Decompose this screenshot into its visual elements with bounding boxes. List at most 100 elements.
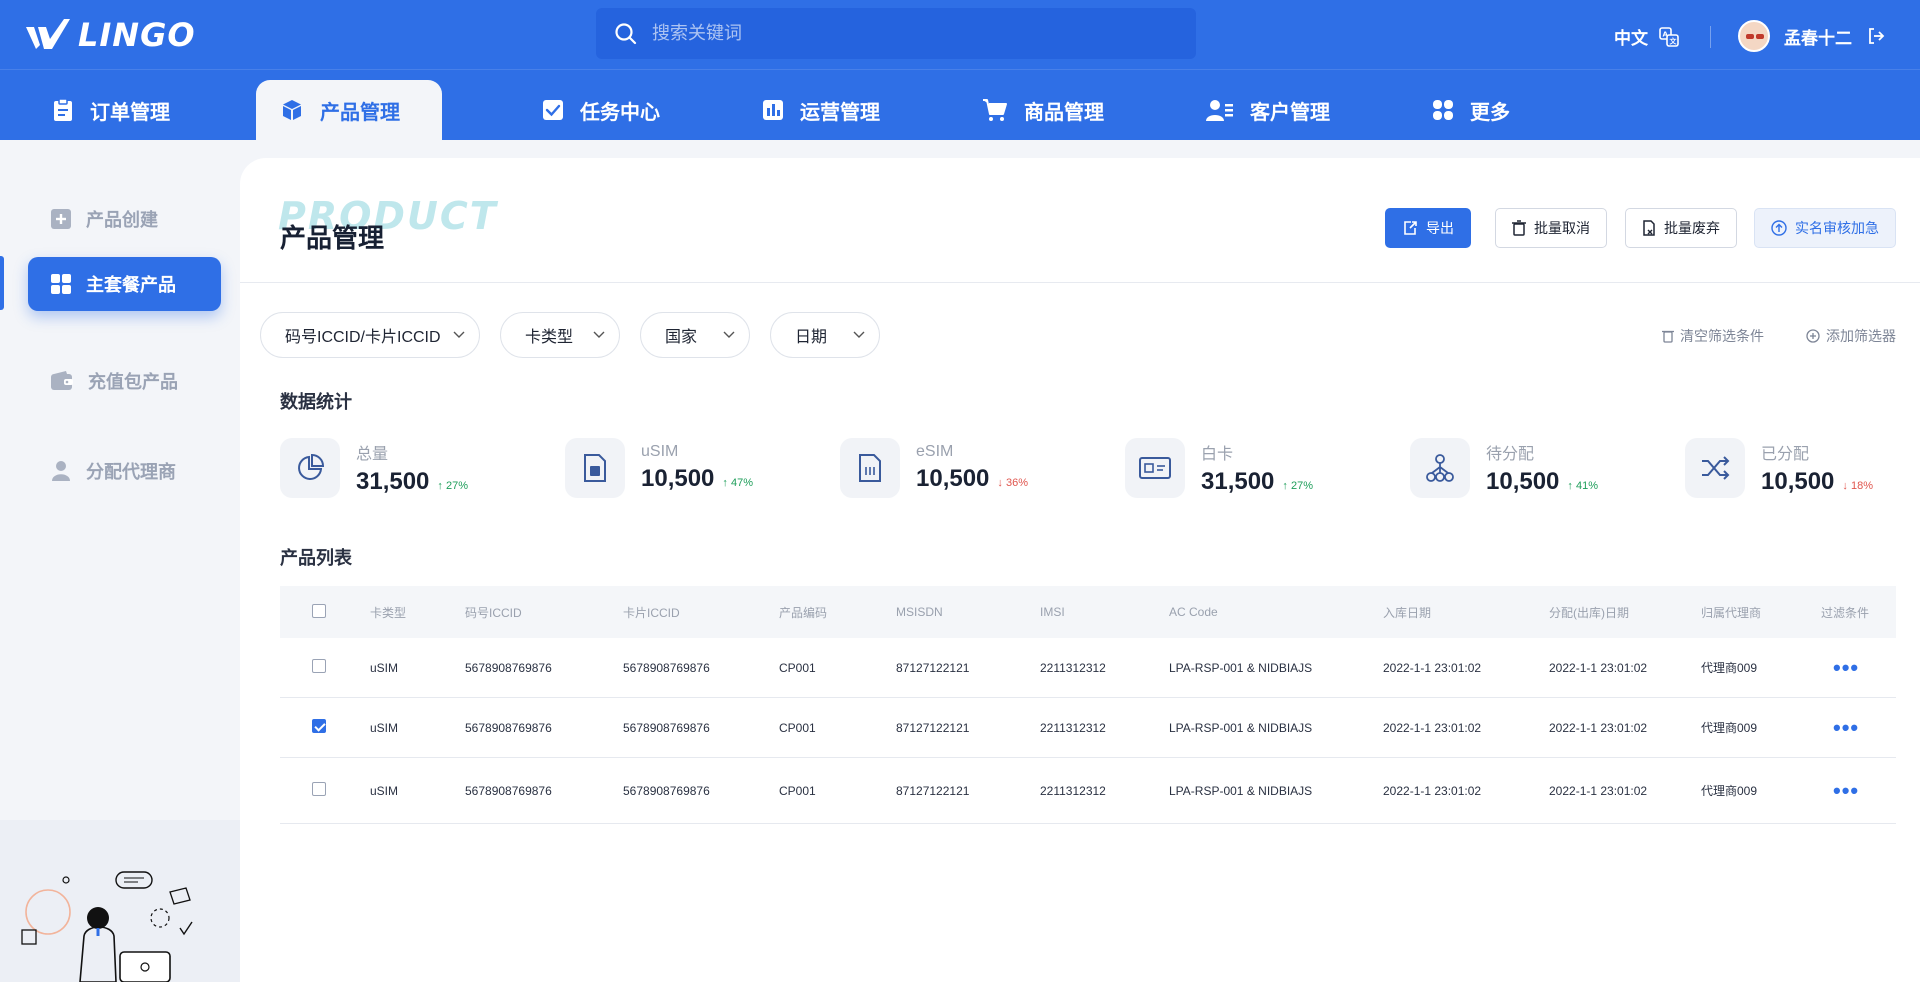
stat-delta: ↑ 41% (1567, 480, 1598, 492)
tab-customer-management[interactable]: 客户管理 (1182, 80, 1354, 140)
cell-card-iccid: 5678908769876 (623, 720, 710, 735)
column-header[interactable]: 过滤条件 (1821, 604, 1896, 621)
add-filter-button[interactable]: 添加筛选器 (1806, 326, 1896, 346)
sidebar-item-main-package[interactable]: 主套餐产品 (28, 257, 221, 311)
stats-title: 数据统计 (280, 392, 352, 412)
batch-cancel-button[interactable]: 批量取消 (1495, 208, 1607, 248)
sidebar-item-label: 分配代理商 (86, 462, 176, 482)
table-row[interactable]: uSIM 5678908769876 5678908769876 CP001 8… (280, 638, 1896, 698)
users-icon (1206, 100, 1233, 121)
column-header[interactable]: 分配(出库)日期 (1549, 604, 1701, 621)
cell-product-code: CP001 (779, 720, 816, 735)
clear-filters-button[interactable]: 清空筛选条件 (1662, 326, 1764, 346)
stat-delta: ↓ 18% (1842, 480, 1873, 492)
logo[interactable]: LINGO (24, 16, 196, 54)
language-label: 中文 (1614, 29, 1648, 48)
select-all-checkbox[interactable] (312, 603, 326, 618)
stat-label: eSIM (916, 443, 954, 460)
cell-msisdn: 87127122121 (896, 720, 970, 735)
esim-icon (840, 438, 900, 498)
search-icon (615, 22, 637, 44)
cell-imsi: 2211312312 (1040, 783, 1106, 798)
tab-label: 产品管理 (320, 101, 400, 124)
filter-date[interactable]: 日期 (770, 312, 880, 358)
tab-goods-management[interactable]: 商品管理 (958, 80, 1128, 140)
tab-label: 客户管理 (1250, 101, 1330, 124)
cell-assign-date: 2022-1-1 23:01:02 (1549, 783, 1648, 798)
batch-discard-button[interactable]: 批量废弃 (1625, 208, 1737, 248)
column-header[interactable]: 归属代理商 (1701, 604, 1821, 621)
more-actions-button[interactable]: ••• (1821, 716, 1896, 739)
batch-discard-label: 批量废弃 (1664, 220, 1720, 236)
sidebar-item-recharge-package[interactable]: 充值包产品 (28, 354, 221, 408)
search-bar[interactable] (596, 8, 1196, 59)
chevron-down-icon (853, 331, 865, 338)
main-panel: PRODUCT 产品管理 导出 批量取消 批量废弃 实名审核加急 码号ICCID… (240, 158, 1920, 982)
export-button[interactable]: 导出 (1385, 208, 1471, 248)
upload-circle-icon (1771, 220, 1787, 236)
table-row[interactable]: uSIM 5678908769876 5678908769876 CP001 8… (280, 698, 1896, 758)
more-actions-button[interactable]: ••• (1821, 656, 1896, 679)
row-checkbox[interactable] (312, 719, 326, 733)
bar-chart-icon (763, 100, 783, 120)
pie-chart-icon (280, 438, 340, 498)
checkbox-icon (543, 100, 563, 120)
search-input[interactable] (652, 23, 1132, 44)
column-header[interactable]: MSISDN (896, 605, 1040, 619)
logout-icon[interactable] (1866, 26, 1886, 46)
tab-label: 更多 (1470, 101, 1510, 124)
cell-card-type: uSIM (370, 660, 399, 675)
cell-agent: 代理商009 (1701, 661, 1758, 675)
stat-value: 10,500 (1761, 468, 1835, 495)
more-actions-button[interactable]: ••• (1821, 779, 1896, 802)
filter-label: 卡类型 (525, 329, 574, 346)
table-row[interactable]: uSIM 5678908769876 5678908769876 CP001 8… (280, 758, 1896, 824)
realname-review-button[interactable]: 实名审核加急 (1754, 208, 1896, 248)
top-bar: LINGO 中文 A 文 孟春十二 (0, 0, 1920, 140)
stat-pending-assign: 待分配 10,500 ↑ 41% (1410, 436, 1598, 500)
filter-iccid[interactable]: 码号ICCID/卡片ICCID (260, 312, 480, 358)
table-header: 卡类型 码号ICCID 卡片ICCID 产品编码 MSISDN IMSI AC … (280, 586, 1896, 638)
row-checkbox[interactable] (312, 782, 326, 796)
user-menu[interactable]: 孟春十二 (1738, 20, 1886, 52)
logo-mark-icon (26, 19, 70, 49)
sidebar-item-assign-agent[interactable]: 分配代理商 (28, 444, 221, 498)
tab-order-management[interactable]: 订单管理 (28, 80, 194, 140)
grid-icon (51, 274, 71, 294)
column-header[interactable]: IMSI (1040, 605, 1169, 619)
row-checkbox[interactable] (312, 659, 326, 673)
filter-card-type[interactable]: 卡类型 (500, 312, 620, 358)
illustration (21, 871, 193, 982)
language-switch[interactable]: 中文 A 文 (1614, 24, 1680, 49)
clipboard-icon (54, 98, 72, 121)
tab-task-center[interactable]: 任务中心 (518, 80, 684, 140)
avatar[interactable] (1738, 20, 1770, 52)
tab-operations-management[interactable]: 运营管理 (738, 80, 904, 140)
cell-card-iccid: 5678908769876 (623, 660, 710, 675)
batch-cancel-label: 批量取消 (1534, 220, 1590, 236)
export-label: 导出 (1426, 220, 1454, 236)
tab-more[interactable]: 更多 (1408, 80, 1534, 140)
column-header[interactable]: AC Code (1169, 605, 1383, 619)
sidebar-item-product-create[interactable]: 产品创建 (28, 192, 221, 246)
column-header[interactable]: 卡类型 (370, 604, 465, 621)
column-header[interactable]: 码号ICCID (465, 604, 623, 621)
cell-product-code: CP001 (779, 783, 816, 798)
sidebar-item-label: 充值包产品 (88, 372, 178, 392)
cell-iccid: 5678908769876 (465, 660, 552, 675)
cell-assign-date: 2022-1-1 23:01:02 (1549, 660, 1648, 675)
tab-product-management[interactable]: 产品管理 (256, 80, 442, 140)
stat-label: 白卡 (1201, 446, 1234, 463)
stat-label: 待分配 (1486, 446, 1535, 463)
stat-label: uSIM (641, 443, 679, 460)
cell-msisdn: 87127122121 (896, 660, 970, 675)
cell-msisdn: 87127122121 (896, 783, 970, 798)
shuffle-icon (1685, 438, 1745, 498)
stat-value: 31,500 (1201, 468, 1275, 495)
filter-country[interactable]: 国家 (640, 312, 750, 358)
main-nav: 订单管理 产品管理 任务中心 运营管理 商品管理 客户管理 更多 (0, 80, 1920, 140)
person-icon (52, 461, 70, 481)
column-header[interactable]: 卡片ICCID (623, 604, 779, 621)
column-header[interactable]: 入库日期 (1383, 604, 1549, 621)
column-header[interactable]: 产品编码 (779, 604, 896, 621)
